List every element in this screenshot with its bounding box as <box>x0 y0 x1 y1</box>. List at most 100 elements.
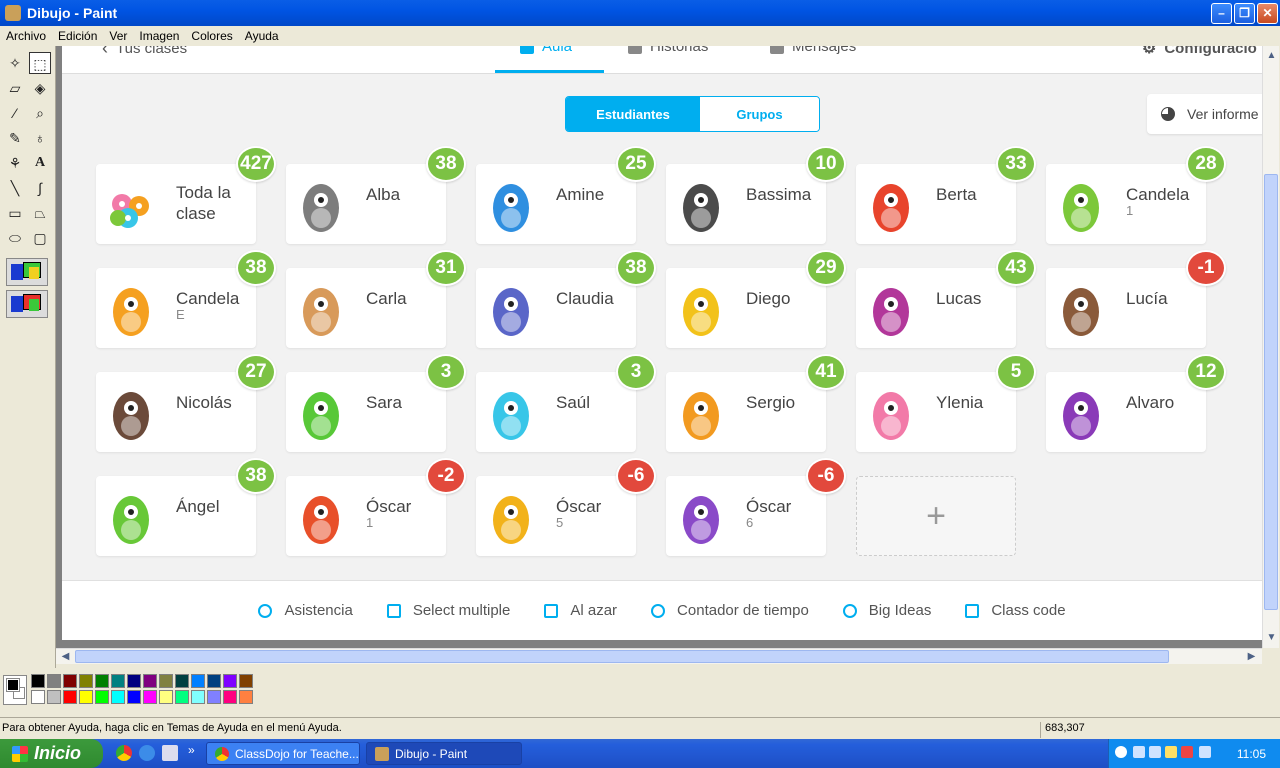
title-bar[interactable]: Dibujo - Paint – ❐ ✕ <box>0 0 1280 26</box>
palette-swatch[interactable] <box>79 690 93 704</box>
opaque-option[interactable] <box>6 258 48 286</box>
student-card[interactable]: Candela 1 28 <box>1046 146 1226 244</box>
palette-swatch[interactable] <box>223 674 237 688</box>
palette-swatch[interactable] <box>111 690 125 704</box>
current-colors[interactable] <box>3 675 27 705</box>
quicklaunch-chevron-icon[interactable]: » <box>188 743 195 757</box>
student-card[interactable]: Sergio 41 <box>666 354 846 452</box>
show-desktop-icon[interactable] <box>162 745 178 761</box>
palette-swatch[interactable] <box>207 690 221 704</box>
palette-swatch[interactable] <box>239 674 253 688</box>
volume-icon[interactable] <box>1149 746 1161 758</box>
palette-swatch[interactable] <box>191 690 205 704</box>
student-card[interactable]: Candela E 38 <box>96 250 276 348</box>
student-card[interactable]: Bassima 10 <box>666 146 846 244</box>
back-to-classes[interactable]: ‹ Tus clases <box>102 46 187 59</box>
student-card[interactable]: Óscar 5 -6 <box>476 458 656 556</box>
student-card[interactable]: Ángel 38 <box>96 458 276 556</box>
palette-swatch[interactable] <box>207 674 221 688</box>
student-card[interactable]: Sara 3 <box>286 354 466 452</box>
task-classdojo[interactable]: ClassDojo for Teache... <box>206 742 360 765</box>
attendance-button[interactable]: Asistencia <box>258 602 353 619</box>
polygon-icon[interactable]: ⏢ <box>29 202 51 224</box>
vertical-scrollbar[interactable]: ▲ ▼ <box>1262 46 1279 648</box>
palette-swatch[interactable] <box>47 674 61 688</box>
menu-archivo[interactable]: Archivo <box>0 29 52 43</box>
chrome-quicklaunch-icon[interactable] <box>116 745 132 761</box>
student-card[interactable]: Óscar 6 -6 <box>666 458 846 556</box>
palette-swatch[interactable] <box>223 690 237 704</box>
scroll-up-arrow-icon[interactable]: ▲ <box>1264 48 1279 63</box>
palette-swatch[interactable] <box>175 690 189 704</box>
student-card[interactable]: Saúl 3 <box>476 354 656 452</box>
settings-link[interactable]: ⚙ Configuració <box>1142 46 1257 58</box>
line-icon[interactable]: ╲ <box>4 177 26 199</box>
student-card[interactable]: Amine 25 <box>476 146 656 244</box>
antivirus-icon[interactable] <box>1181 746 1193 758</box>
student-card[interactable]: Claudia 38 <box>476 250 656 348</box>
student-card[interactable]: Diego 29 <box>666 250 846 348</box>
vertical-scroll-thumb[interactable] <box>1264 174 1278 610</box>
palette-swatch[interactable] <box>63 674 77 688</box>
classdojo-canvas[interactable]: ‹ Tus clases Aula Historias Mensajes ⚙ C… <box>62 46 1262 640</box>
student-card[interactable]: Lucas 43 <box>856 250 1036 348</box>
student-card[interactable]: Alba 38 <box>286 146 466 244</box>
whole-class-card[interactable]: Toda la clase 427 <box>96 146 276 244</box>
student-card[interactable]: Alvaro 12 <box>1046 354 1226 452</box>
eraser-icon[interactable]: ▱ <box>4 77 26 99</box>
students-toggle-button[interactable]: Estudiantes <box>566 97 700 131</box>
display-icon[interactable] <box>1199 746 1211 758</box>
student-card[interactable]: Carla 31 <box>286 250 466 348</box>
pencil-icon[interactable]: ✎ <box>4 127 26 149</box>
menu-ayuda[interactable]: Ayuda <box>239 29 285 43</box>
palette-swatch[interactable] <box>159 674 173 688</box>
view-report-button[interactable]: Ver informe <box>1147 94 1262 134</box>
ellipse-icon[interactable]: ⬭ <box>4 227 26 249</box>
menu-ver[interactable]: Ver <box>103 29 133 43</box>
task-paint[interactable]: Dibujo - Paint <box>366 742 522 765</box>
scroll-down-arrow-icon[interactable]: ▼ <box>1264 630 1279 645</box>
palette-swatch[interactable] <box>127 674 141 688</box>
student-card[interactable]: Nicolás 27 <box>96 354 276 452</box>
scroll-right-arrow-icon[interactable]: ▶ <box>1244 649 1259 664</box>
free-select-icon[interactable]: ✧ <box>4 52 26 74</box>
menu-edicion[interactable]: Edición <box>52 29 103 43</box>
big-ideas-button[interactable]: Big Ideas <box>842 602 931 619</box>
menu-imagen[interactable]: Imagen <box>133 29 185 43</box>
fill-bucket-icon[interactable]: ◈ <box>29 77 51 99</box>
student-card[interactable]: Lucía -1 <box>1046 250 1226 348</box>
tray-expand-icon[interactable] <box>1115 746 1127 758</box>
ie-quicklaunch-icon[interactable] <box>139 745 155 761</box>
palette-swatch[interactable] <box>63 690 77 704</box>
tab-historias[interactable]: Historias <box>628 46 708 55</box>
palette-swatch[interactable] <box>47 690 61 704</box>
student-card[interactable]: Berta 33 <box>856 146 1036 244</box>
network-icon[interactable] <box>1133 746 1145 758</box>
palette-swatch[interactable] <box>127 690 141 704</box>
palette-swatch[interactable] <box>143 690 157 704</box>
security-icon[interactable] <box>1165 746 1177 758</box>
student-card[interactable]: Óscar 1 -2 <box>286 458 466 556</box>
close-button[interactable]: ✕ <box>1257 3 1278 24</box>
palette-swatch[interactable] <box>143 674 157 688</box>
select-multiple-button[interactable]: Select multiple <box>386 602 510 619</box>
timer-button[interactable]: Contador de tiempo <box>651 602 809 619</box>
palette-swatch[interactable] <box>95 690 109 704</box>
maximize-button[interactable]: ❐ <box>1234 3 1255 24</box>
palette-swatch[interactable] <box>191 674 205 688</box>
eyedropper-icon[interactable]: ⁄ <box>4 102 26 124</box>
airbrush-icon[interactable]: ⚘ <box>4 152 26 174</box>
rounded-rect-icon[interactable]: ▢ <box>29 227 51 249</box>
magnifier-icon[interactable]: ⌕ <box>29 102 51 124</box>
student-card[interactable]: Ylenia 5 <box>856 354 1036 452</box>
palette-swatch[interactable] <box>175 674 189 688</box>
menu-colores[interactable]: Colores <box>185 29 238 43</box>
palette-swatch[interactable] <box>111 674 125 688</box>
groups-toggle-button[interactable]: Grupos <box>700 97 819 131</box>
brush-icon[interactable]: ♁ <box>29 127 51 149</box>
horizontal-scrollbar[interactable]: ◀ ▶ <box>56 648 1262 664</box>
tab-mensajes[interactable]: Mensajes <box>770 46 856 55</box>
minimize-button[interactable]: – <box>1211 3 1232 24</box>
horizontal-scroll-thumb[interactable] <box>75 650 1169 663</box>
palette-swatch[interactable] <box>31 674 45 688</box>
